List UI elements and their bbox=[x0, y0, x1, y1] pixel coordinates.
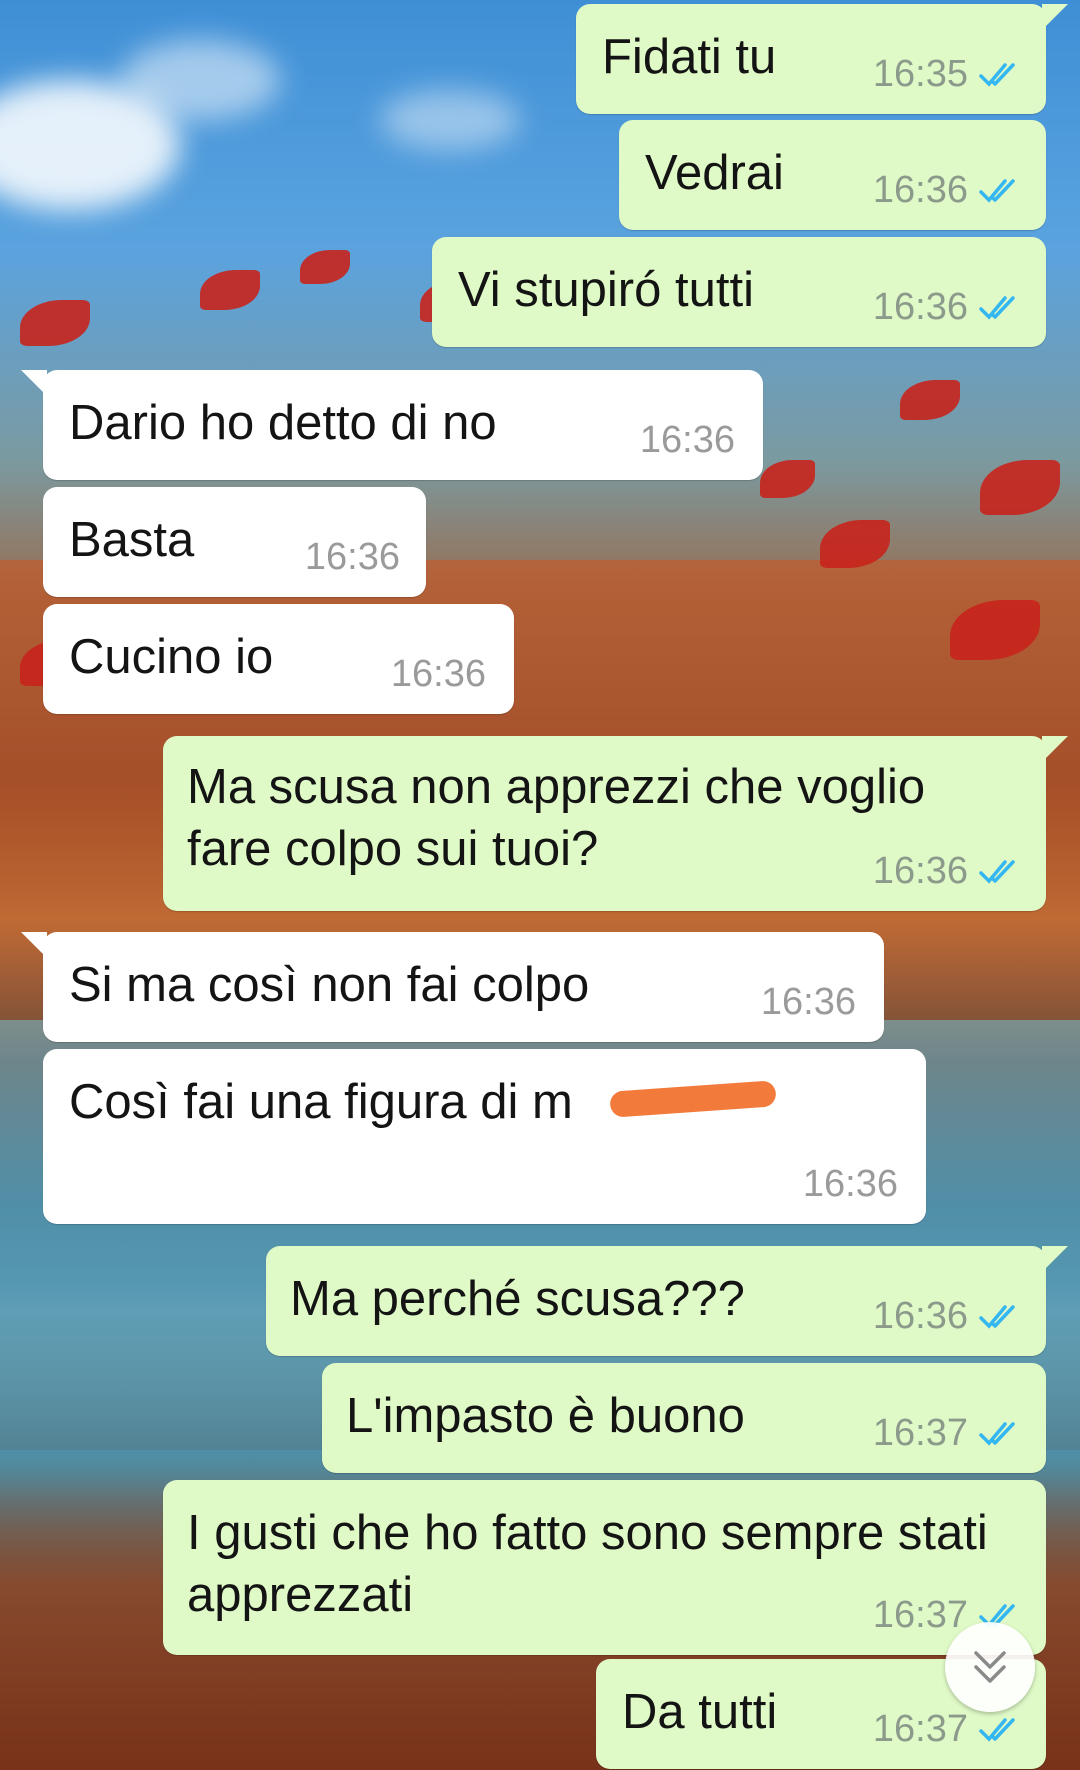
message-bubble-outgoing[interactable]: Vi stupiró tutti 16:36 bbox=[432, 237, 1046, 347]
message-time: 16:36 bbox=[304, 536, 400, 578]
message-bubble-outgoing[interactable]: Ma scusa non apprezzi che voglio fare co… bbox=[163, 736, 1068, 911]
message-time: 16:36 bbox=[872, 169, 968, 211]
double-check-icon bbox=[979, 1304, 1015, 1329]
message-bubble-incoming[interactable]: Così fai una figura di m 16:36 bbox=[43, 1049, 926, 1224]
message-text: Da tutti bbox=[622, 1685, 778, 1739]
message-text: Ma perché scusa??? bbox=[290, 1272, 745, 1326]
message-meta: 16:36 bbox=[640, 419, 735, 462]
message-text: Vedrai bbox=[645, 146, 784, 200]
message-meta: 16:35 bbox=[873, 53, 1024, 96]
message-meta: 16:36 bbox=[305, 536, 400, 579]
message-text: Vi stupiró tutti bbox=[458, 263, 754, 317]
message-meta: 16:37 bbox=[873, 1708, 1024, 1751]
chat-messages: Fidati tu 16:35 Vedrai 16:36 Vi stupiró … bbox=[0, 0, 1080, 1770]
message-bubble-outgoing[interactable]: Fidati tu 16:35 bbox=[576, 4, 1068, 114]
message-meta: 16:36 bbox=[761, 981, 856, 1024]
message-time: 16:36 bbox=[639, 419, 735, 461]
double-check-icon bbox=[979, 1421, 1015, 1446]
message-bubble-outgoing[interactable]: I gusti che ho fatto sono sempre stati a… bbox=[163, 1480, 1046, 1655]
message-bubble-incoming[interactable]: Basta 16:36 bbox=[43, 487, 426, 597]
message-meta: 16:36 bbox=[873, 286, 1024, 329]
message-text: Così fai una figura di m bbox=[69, 1075, 573, 1129]
message-bubble-outgoing[interactable]: Vedrai 16:36 bbox=[619, 120, 1046, 230]
message-text: L'impasto è buono bbox=[346, 1389, 745, 1443]
message-bubble-outgoing[interactable]: Ma perché scusa??? 16:36 bbox=[266, 1246, 1068, 1356]
message-time: 16:36 bbox=[760, 981, 856, 1023]
double-check-icon bbox=[979, 62, 1015, 87]
message-time: 16:36 bbox=[802, 1163, 898, 1205]
double-check-icon bbox=[979, 178, 1015, 203]
message-bubble-incoming[interactable]: Dario ho detto di no 16:36 bbox=[21, 370, 763, 480]
double-check-icon bbox=[979, 295, 1015, 320]
message-time: 16:37 bbox=[872, 1708, 968, 1750]
message-meta: 16:36 bbox=[873, 169, 1024, 212]
message-meta: 16:36 bbox=[391, 653, 486, 696]
message-meta: 16:36 bbox=[873, 850, 1024, 893]
double-check-icon bbox=[979, 1717, 1015, 1742]
message-time: 16:36 bbox=[390, 653, 486, 695]
scroll-to-bottom-button[interactable] bbox=[945, 1622, 1035, 1712]
message-text: Fidati tu bbox=[602, 30, 777, 84]
message-time: 16:37 bbox=[872, 1594, 968, 1636]
message-time: 16:37 bbox=[872, 1412, 968, 1454]
message-text: Si ma così non fai colpo bbox=[69, 958, 590, 1012]
message-time: 16:36 bbox=[872, 850, 968, 892]
message-text: Cucino io bbox=[69, 630, 274, 684]
message-text: Basta bbox=[69, 513, 195, 567]
message-time: 16:36 bbox=[872, 1295, 968, 1337]
message-meta: 16:37 bbox=[873, 1412, 1024, 1455]
message-text: Dario ho detto di no bbox=[69, 396, 497, 450]
chevron-double-down-icon bbox=[974, 1651, 1006, 1683]
message-meta: 16:36 bbox=[873, 1295, 1024, 1338]
double-check-icon bbox=[979, 859, 1015, 884]
message-time: 16:35 bbox=[872, 53, 968, 95]
message-meta: 16:36 bbox=[803, 1163, 898, 1206]
message-bubble-outgoing[interactable]: L'impasto è buono 16:37 bbox=[322, 1363, 1046, 1473]
message-bubble-incoming[interactable]: Si ma così non fai colpo 16:36 bbox=[21, 932, 884, 1042]
message-time: 16:36 bbox=[872, 286, 968, 328]
message-bubble-incoming[interactable]: Cucino io 16:36 bbox=[43, 604, 514, 714]
